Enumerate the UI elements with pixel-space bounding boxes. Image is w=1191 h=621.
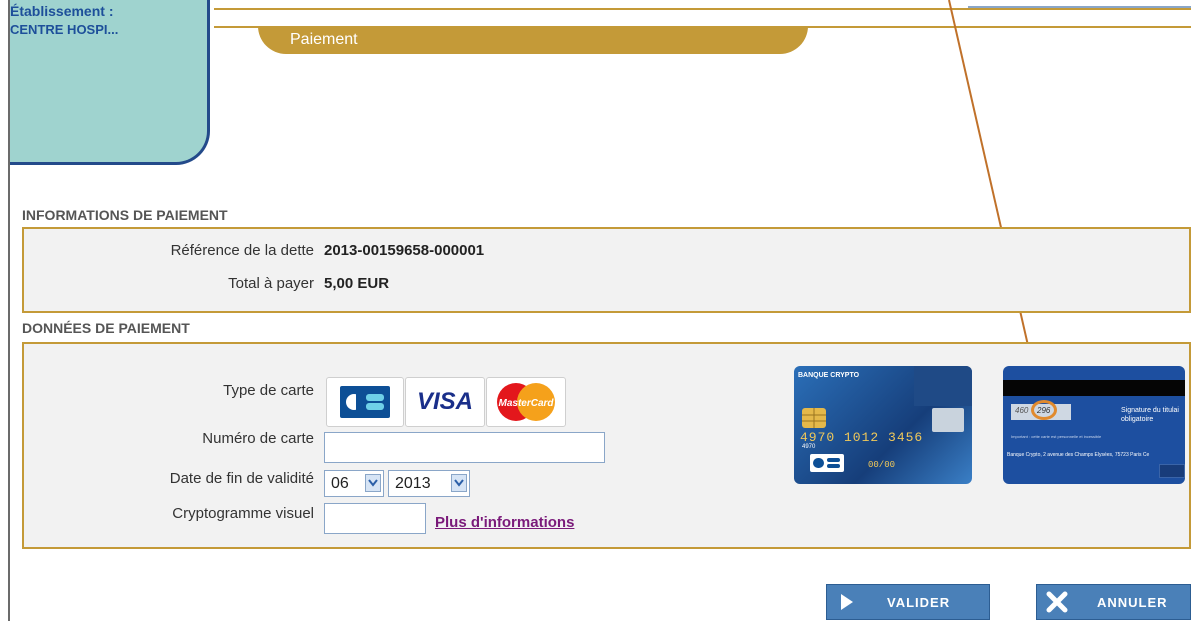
card-hologram (932, 408, 964, 432)
expiry-year-select[interactable]: 2013 (388, 470, 470, 497)
card-back-image: 460 296 Signature du titulai obligatoire… (1003, 366, 1185, 484)
cvv-label: Cryptogramme visuel (172, 505, 314, 522)
card-back-digits1: 460 (1015, 406, 1029, 415)
card-bank-name: BANQUE CRYPTO (798, 372, 860, 379)
reference-label: Référence de la dette (170, 242, 314, 259)
card-expiry: 00/00 (868, 460, 896, 470)
card-number-small: 4970 (802, 444, 816, 450)
cb-logo-icon (340, 386, 390, 418)
validate-button-label: VALIDER (887, 594, 951, 610)
expiry-year-value: 2013 (395, 474, 431, 492)
card-front-image: BANQUE CRYPTO 4970 1012 3456 4970 00/00 (794, 366, 972, 484)
expiry-month-select[interactable]: 06 (324, 470, 384, 497)
card-back-logo (1159, 464, 1185, 478)
card-front-corner (914, 366, 972, 406)
validate-button[interactable]: VALIDER (826, 584, 990, 620)
card-type-visa[interactable]: VISA (405, 377, 485, 427)
expiry-month-value: 06 (331, 474, 349, 492)
mastercard-text: MasterCard (498, 398, 554, 409)
chevron-down-icon[interactable] (365, 474, 381, 492)
card-cb-icon (810, 454, 844, 472)
card-chip-icon (802, 408, 826, 428)
mastercard-logo-icon: MasterCard (497, 383, 555, 421)
card-address-text: Banque Crypto, 2 avenue des Champs Elysé… (1007, 452, 1150, 458)
more-info-link[interactable]: Plus d'informations (435, 514, 574, 531)
expiry-label: Date de fin de validité (169, 470, 314, 487)
close-icon (1037, 585, 1077, 619)
card-signature-text: Signature du titulai obligatoire (1121, 407, 1179, 423)
card-type-mastercard[interactable]: MasterCard (486, 377, 566, 427)
card-number-label: Numéro de carte (202, 430, 314, 447)
card-important-text: Important : cette carte est personnelle … (1011, 434, 1102, 439)
card-type-label: Type de carte (223, 382, 314, 399)
chevron-down-icon[interactable] (451, 474, 467, 492)
card-number-embossed: 4970 1012 3456 (800, 430, 924, 445)
payment-section-title: DONNÉES DE PAIEMENT (22, 320, 190, 336)
info-panel (22, 227, 1191, 313)
cvv-highlight-circle (1031, 400, 1057, 420)
total-label: Total à payer (228, 275, 314, 292)
total-value: 5,00 EUR (324, 275, 390, 292)
visa-logo-icon: VISA (416, 388, 473, 415)
magnetic-stripe (1003, 380, 1185, 396)
cancel-button-label: ANNULER (1097, 594, 1168, 610)
card-number-input[interactable] (324, 432, 605, 463)
reference-value: 2013-00159658-000001 (324, 242, 485, 259)
arrow-right-icon (827, 585, 867, 619)
info-section-title: INFORMATIONS DE PAIEMENT (22, 207, 228, 223)
cvv-input[interactable] (324, 503, 426, 534)
card-type-cb[interactable] (326, 377, 404, 427)
cancel-button[interactable]: ANNULER (1036, 584, 1191, 620)
